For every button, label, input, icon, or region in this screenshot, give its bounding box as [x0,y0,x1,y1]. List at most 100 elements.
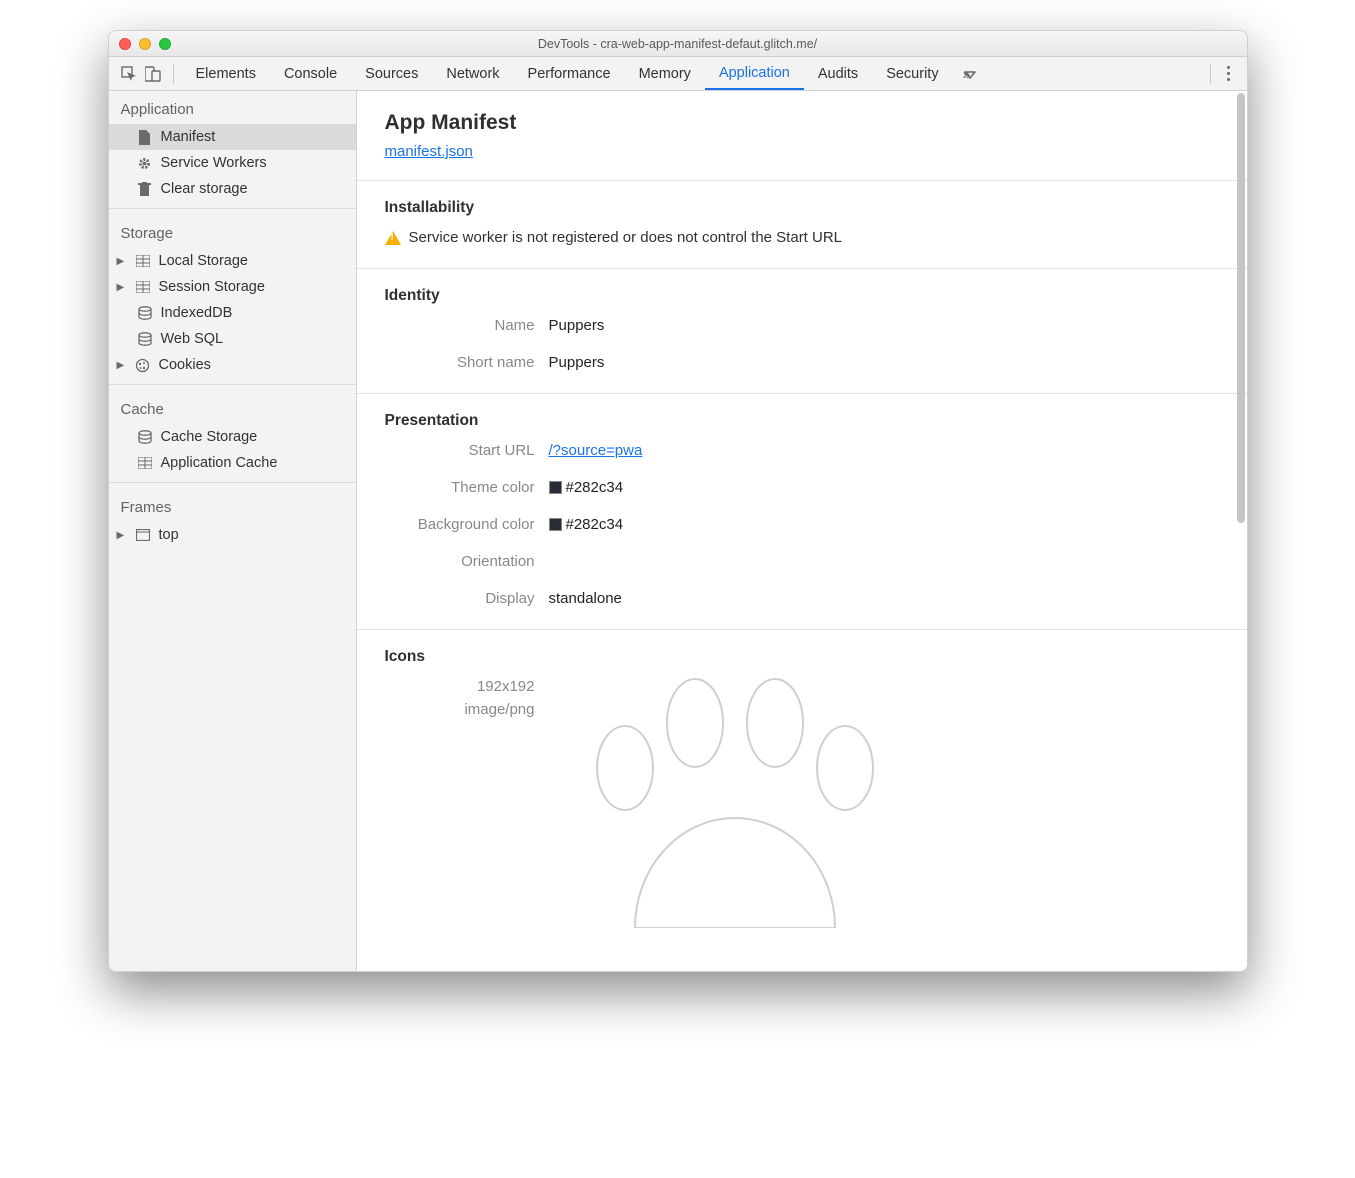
orientation-value [549,553,1219,570]
sidebar-divider [109,482,356,483]
grid-icon [137,455,153,471]
theme-color-label: Theme color [385,479,535,496]
application-sidebar: Application Manifest Service Workers Cle… [109,91,357,971]
warning-text: Service worker is not registered or does… [409,229,843,246]
sidebar-item-label: Service Workers [161,155,267,171]
section-presentation: Presentation Start URL /?source=pwa Them… [357,393,1247,629]
tab-sources[interactable]: Sources [351,57,432,90]
grid-icon [135,279,151,295]
short-name-label: Short name [385,354,535,371]
sidebar-item-clear-storage[interactable]: Clear storage [109,176,356,202]
toolbar-separator [173,64,174,84]
sidebar-item-indexeddb[interactable]: IndexedDB [109,300,356,326]
trash-icon [137,181,153,197]
installability-warning: Service worker is not registered or does… [385,229,1219,246]
panel-tabs: Elements Console Sources Network Perform… [182,57,981,90]
paw-icon [555,668,1219,933]
sidebar-item-label: Local Storage [159,253,248,269]
icon-meta: 192x192 image/png [385,678,535,878]
section-icons: Icons 192x192 image/png [357,629,1247,900]
start-url-label: Start URL [385,442,535,459]
sidebar-item-label: Cookies [159,357,211,373]
panel-body: Application Manifest Service Workers Cle… [109,91,1247,971]
toolbar-separator [1210,64,1211,84]
theme-color-value: #282c34 [549,479,1219,496]
chevron-right-icon: ▶ [117,530,127,541]
display-value: standalone [549,590,1219,607]
sidebar-item-cookies[interactable]: ▶ Cookies [109,352,356,378]
sidebar-heading-application: Application [109,91,356,124]
section-heading: Presentation [385,412,1219,430]
chevron-right-icon: ▶ [117,360,127,371]
tab-network[interactable]: Network [432,57,513,90]
manifest-link-row: manifest.json [357,143,1247,180]
scrollbar-thumb[interactable] [1237,93,1245,523]
sidebar-divider [109,384,356,385]
tab-console[interactable]: Console [270,57,351,90]
sidebar-item-label: Session Storage [159,279,265,295]
more-tabs-icon[interactable]: » [953,57,981,90]
sidebar-item-label: Application Cache [161,455,278,471]
section-heading: Icons [385,648,1219,666]
tab-audits[interactable]: Audits [804,57,872,90]
sidebar-item-top-frame[interactable]: ▶ top [109,522,356,548]
sidebar-item-websql[interactable]: Web SQL [109,326,356,352]
sidebar-item-manifest[interactable]: Manifest [109,124,356,150]
devtools-window: DevTools - cra-web-app-manifest-defaut.g… [108,30,1248,972]
background-color-value: #282c34 [549,516,1219,533]
database-icon [137,305,153,321]
tab-application[interactable]: Application [705,57,804,90]
sidebar-item-session-storage[interactable]: ▶ Session Storage [109,274,356,300]
sidebar-item-label: Manifest [161,129,216,145]
grid-icon [135,253,151,269]
tab-memory[interactable]: Memory [625,57,705,90]
sidebar-heading-storage: Storage [109,215,356,248]
display-label: Display [385,590,535,607]
short-name-value: Puppers [549,354,1219,371]
sidebar-item-cache-storage[interactable]: Cache Storage [109,424,356,450]
sidebar-item-local-storage[interactable]: ▶ Local Storage [109,248,356,274]
background-color-swatch [549,518,562,531]
section-heading: Identity [385,287,1219,305]
chevron-right-icon: ▶ [117,282,127,293]
file-icon [137,129,153,145]
name-value: Puppers [549,317,1219,334]
sidebar-item-service-workers[interactable]: Service Workers [109,150,356,176]
sidebar-item-label: top [159,527,179,543]
tab-performance[interactable]: Performance [514,57,625,90]
inspect-element-icon[interactable] [117,62,141,86]
cookie-icon [135,357,151,373]
sidebar-item-label: Cache Storage [161,429,258,445]
sidebar-divider [109,208,356,209]
icon-size: 192x192 [385,678,535,695]
frame-icon [135,527,151,543]
manifest-link[interactable]: manifest.json [385,143,473,160]
tab-security[interactable]: Security [872,57,952,90]
sidebar-item-label: Clear storage [161,181,248,197]
background-color-label: Background color [385,516,535,533]
chevron-right-icon: ▶ [117,256,127,267]
titlebar: DevTools - cra-web-app-manifest-defaut.g… [109,31,1247,57]
database-icon [137,429,153,445]
start-url-value[interactable]: /?source=pwa [549,442,643,459]
main-content: App Manifest manifest.json Installabilit… [357,91,1247,971]
section-identity: Identity Name Puppers Short name Puppers [357,268,1247,393]
section-installability: Installability Service worker is not reg… [357,180,1247,268]
device-toolbar-icon[interactable] [141,62,165,86]
sidebar-heading-frames: Frames [109,489,356,522]
orientation-label: Orientation [385,553,535,570]
icon-mime: image/png [385,701,535,718]
gear-icon [137,155,153,171]
database-icon [137,331,153,347]
icon-preview [555,678,1219,878]
devtools-toolbar: Elements Console Sources Network Perform… [109,57,1247,91]
settings-kebab-icon[interactable] [1219,66,1239,81]
section-heading: Installability [385,199,1219,217]
page-title: App Manifest [357,91,1247,143]
sidebar-item-label: Web SQL [161,331,224,347]
tab-elements[interactable]: Elements [182,57,270,90]
window-title: DevTools - cra-web-app-manifest-defaut.g… [109,37,1247,51]
sidebar-heading-cache: Cache [109,391,356,424]
sidebar-item-application-cache[interactable]: Application Cache [109,450,356,476]
sidebar-item-label: IndexedDB [161,305,233,321]
